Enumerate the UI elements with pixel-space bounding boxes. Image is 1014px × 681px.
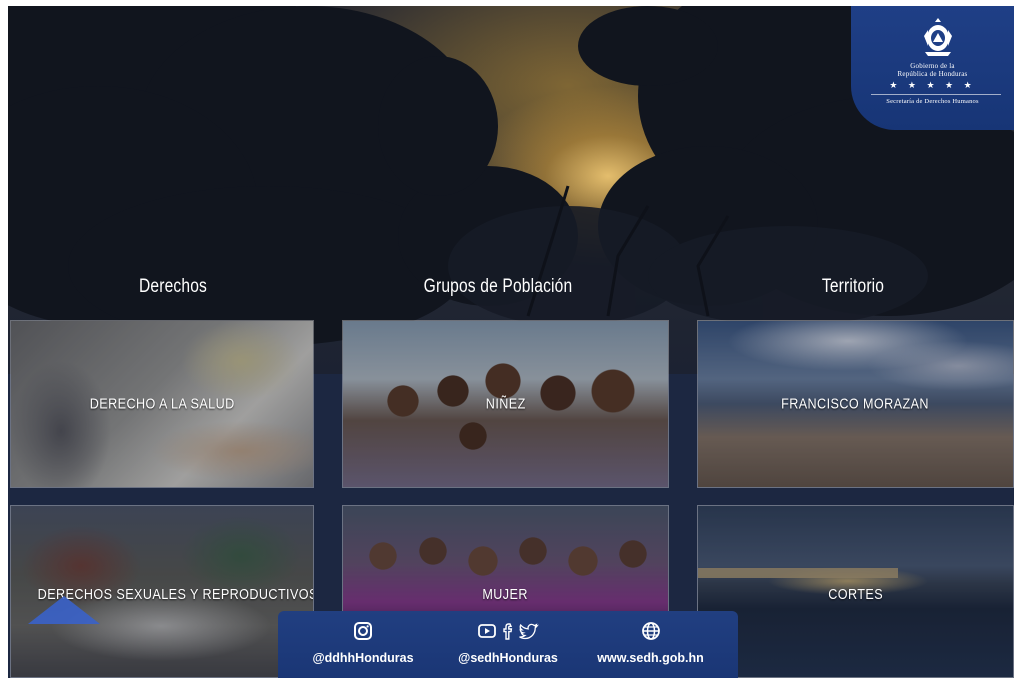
- tile-cortes[interactable]: CORTES: [697, 505, 1014, 678]
- social-icons: [448, 621, 568, 641]
- logo-divider: [871, 94, 1001, 95]
- gov-line-1: Gobierno de la: [910, 62, 955, 70]
- website-link[interactable]: www.sedh.gob.hn: [583, 611, 718, 678]
- social-icons: [583, 621, 718, 641]
- tile-label: FRANCISCO MORAZAN: [698, 396, 1013, 413]
- page-frame: Gobierno de la República de Honduras ★ ★…: [8, 6, 1014, 678]
- tile-label: CORTES: [698, 586, 1013, 603]
- sedh-handle: @sedhHonduras: [458, 651, 558, 665]
- decorative-triangle: [28, 596, 100, 624]
- gov-line-2: República de Honduras: [897, 70, 968, 78]
- tile-label: MUJER: [343, 586, 668, 603]
- tile-label-text: CORTES: [828, 586, 883, 603]
- twitter-icon: [519, 623, 539, 640]
- tile-derechos-sexuales[interactable]: DERECHOS SEXUALES Y REPRODUCTIVOS: [10, 505, 314, 678]
- tile-francisco-morazan[interactable]: FRANCISCO MORAZAN: [697, 320, 1014, 488]
- heading-grupos-poblacion: Grupos de Población: [423, 276, 573, 297]
- tile-label: NIÑEZ: [343, 396, 668, 413]
- facebook-icon: [503, 623, 513, 640]
- sedh-social-link[interactable]: @sedhHonduras: [448, 611, 568, 678]
- instagram-icon: [354, 622, 372, 640]
- government-logo-badge[interactable]: Gobierno de la República de Honduras ★ ★…: [851, 6, 1014, 130]
- tile-label-text: FRANCISCO MORAZAN: [781, 395, 930, 413]
- instagram-handle: @ddhhHonduras: [312, 651, 414, 665]
- instagram-link[interactable]: @ddhhHonduras: [308, 611, 418, 678]
- social-icons: [308, 621, 418, 641]
- globe-icon: [641, 622, 660, 640]
- heading-derechos: Derechos: [138, 276, 207, 297]
- stars: ★ ★ ★ ★ ★: [889, 80, 976, 90]
- youtube-icon: [478, 624, 496, 638]
- social-footer-bar: @ddhhHonduras @sedhHonduras www.sedh.gob…: [278, 611, 738, 678]
- heading-territorio: Territorio: [821, 276, 885, 297]
- coat-of-arms-icon: [924, 18, 952, 56]
- tile-label-text: MUJER: [482, 586, 529, 603]
- tile-label-text: NIÑEZ: [485, 395, 526, 413]
- website-url: www.sedh.gob.hn: [597, 651, 704, 665]
- secretaria-name: Secretaría de Derechos Humanos: [886, 98, 979, 105]
- tile-label: DERECHO A LA SALUD: [11, 396, 313, 413]
- tile-mujer[interactable]: MUJER: [342, 505, 669, 620]
- tile-ninez[interactable]: NIÑEZ: [342, 320, 669, 488]
- tile-label-text: DERECHO A LA SALUD: [89, 395, 235, 413]
- tile-derecho-salud[interactable]: DERECHO A LA SALUD: [10, 320, 314, 488]
